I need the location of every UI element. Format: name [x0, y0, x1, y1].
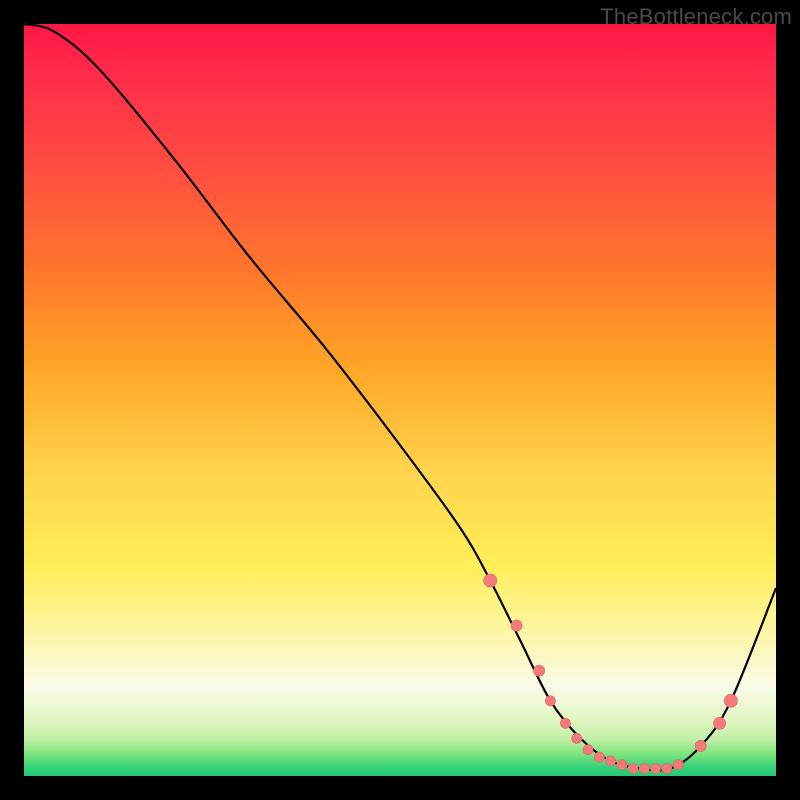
chart-svg	[24, 24, 776, 776]
highlight-marker	[594, 752, 604, 762]
highlight-marker	[583, 745, 593, 755]
highlight-marker	[628, 763, 638, 773]
highlight-marker	[484, 574, 497, 587]
highlight-marker	[606, 756, 616, 766]
highlight-marker	[511, 620, 522, 631]
highlight-marker	[662, 763, 672, 773]
highlight-marker	[695, 740, 706, 751]
highlight-marker	[572, 733, 582, 743]
highlight-marker	[724, 694, 737, 707]
highlight-marker	[545, 696, 555, 706]
highlight-marker	[560, 718, 570, 728]
highlight-marker	[617, 760, 627, 770]
highlight-markers	[484, 574, 738, 774]
highlight-marker	[534, 665, 545, 676]
bottleneck-curve	[24, 24, 776, 770]
highlight-marker	[673, 760, 683, 770]
highlight-marker	[714, 717, 726, 729]
highlight-marker	[639, 763, 649, 773]
highlight-marker	[651, 763, 661, 773]
